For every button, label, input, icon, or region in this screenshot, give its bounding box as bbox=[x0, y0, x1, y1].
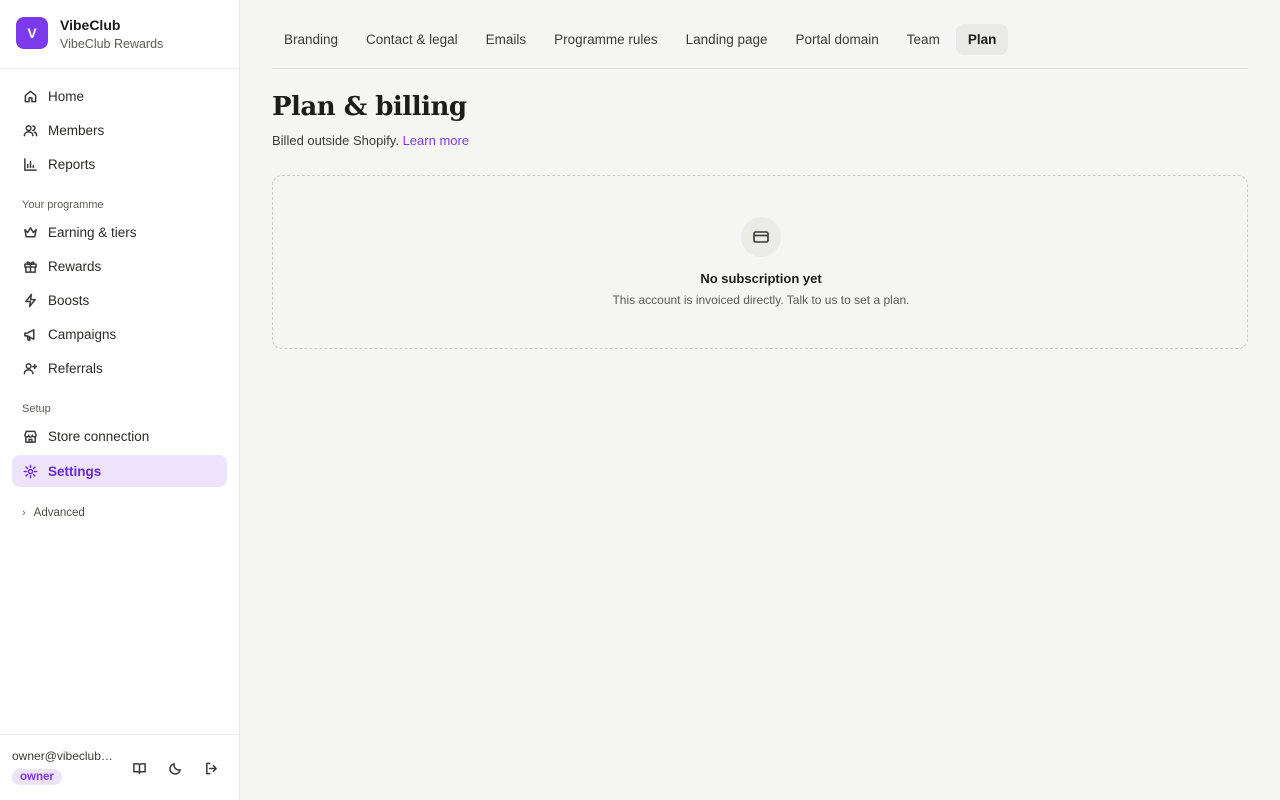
sidebar-item-label: Reports bbox=[48, 156, 96, 172]
lightning-icon bbox=[22, 292, 38, 308]
store-icon bbox=[22, 428, 38, 444]
sidebar-footer: owner@vibeclub… owner bbox=[0, 734, 239, 800]
sidebar-item-label: Settings bbox=[48, 463, 102, 479]
moon-icon[interactable] bbox=[166, 759, 184, 777]
sidebar-item-label: Rewards bbox=[48, 258, 102, 274]
section-label-setup: Setup bbox=[22, 403, 51, 415]
page-subtitle: Billed outside Shopify. Learn more bbox=[272, 133, 469, 148]
tab-portal-domain[interactable]: Portal domain bbox=[784, 24, 891, 55]
sidebar-item-boosts[interactable]: Boosts bbox=[12, 284, 227, 316]
gear-icon bbox=[22, 463, 38, 479]
sidebar-item-campaigns[interactable]: Campaigns bbox=[12, 318, 227, 350]
users-icon bbox=[22, 122, 38, 138]
sidebar: V VibeClub VibeClub Rewards Home Members… bbox=[0, 0, 240, 800]
sidebar-item-referrals[interactable]: Referrals bbox=[12, 352, 227, 384]
credit-card-icon bbox=[741, 217, 781, 257]
settings-tabs: Branding Contact & legal Emails Programm… bbox=[272, 24, 1248, 69]
sidebar-item-store-connection[interactable]: Store connection bbox=[12, 420, 227, 452]
brand-header[interactable]: V VibeClub VibeClub Rewards bbox=[0, 0, 239, 69]
role-badge: owner bbox=[12, 769, 62, 785]
logout-icon[interactable] bbox=[202, 759, 220, 777]
crown-icon bbox=[22, 224, 38, 240]
user-plus-icon bbox=[22, 360, 38, 376]
tab-contact-legal[interactable]: Contact & legal bbox=[354, 24, 470, 55]
advanced-toggle[interactable]: › Advanced bbox=[22, 507, 85, 519]
tab-emails[interactable]: Emails bbox=[474, 24, 539, 55]
home-icon bbox=[22, 88, 38, 104]
section-label-programme: Your programme bbox=[22, 199, 104, 211]
tab-branding[interactable]: Branding bbox=[272, 24, 350, 55]
sidebar-item-rewards[interactable]: Rewards bbox=[12, 250, 227, 282]
gift-icon bbox=[22, 258, 38, 274]
book-icon[interactable] bbox=[130, 759, 148, 777]
brand-subtitle: VibeClub Rewards bbox=[60, 37, 164, 51]
tab-programme-rules[interactable]: Programme rules bbox=[542, 24, 670, 55]
advanced-label: Advanced bbox=[33, 507, 85, 519]
sidebar-item-label: Store connection bbox=[48, 428, 150, 444]
sidebar-item-settings[interactable]: Settings bbox=[12, 455, 227, 487]
sidebar-item-home[interactable]: Home bbox=[12, 80, 227, 112]
sidebar-item-members[interactable]: Members bbox=[12, 114, 227, 146]
sidebar-item-label: Members bbox=[48, 122, 105, 138]
sidebar-item-label: Campaigns bbox=[48, 326, 117, 342]
empty-state-text: This account is invoiced directly. Talk … bbox=[612, 293, 910, 307]
sidebar-item-label: Earning & tiers bbox=[48, 224, 137, 240]
sidebar-item-earning-tiers[interactable]: Earning & tiers bbox=[12, 216, 227, 248]
brand-name: VibeClub bbox=[60, 17, 121, 33]
empty-state-card: No subscription yet This account is invo… bbox=[272, 175, 1248, 349]
user-email: owner@vibeclub… bbox=[12, 749, 113, 763]
sidebar-item-label: Boosts bbox=[48, 292, 90, 308]
subtitle-text: Billed outside Shopify. bbox=[272, 133, 399, 148]
empty-state-title: No subscription yet bbox=[700, 271, 822, 286]
tab-team[interactable]: Team bbox=[895, 24, 952, 55]
tab-plan[interactable]: Plan bbox=[955, 24, 1009, 55]
tab-landing-page[interactable]: Landing page bbox=[674, 24, 780, 55]
bar-chart-icon bbox=[22, 156, 38, 172]
sidebar-item-label: Home bbox=[48, 88, 85, 104]
page-title: Plan & billing bbox=[272, 92, 467, 122]
chevron-right-icon: › bbox=[22, 507, 26, 519]
sidebar-item-reports[interactable]: Reports bbox=[12, 148, 227, 180]
sidebar-item-label: Referrals bbox=[48, 360, 103, 376]
megaphone-icon bbox=[22, 326, 38, 342]
learn-more-link[interactable]: Learn more bbox=[403, 133, 469, 148]
brand-logo: V bbox=[16, 17, 48, 49]
